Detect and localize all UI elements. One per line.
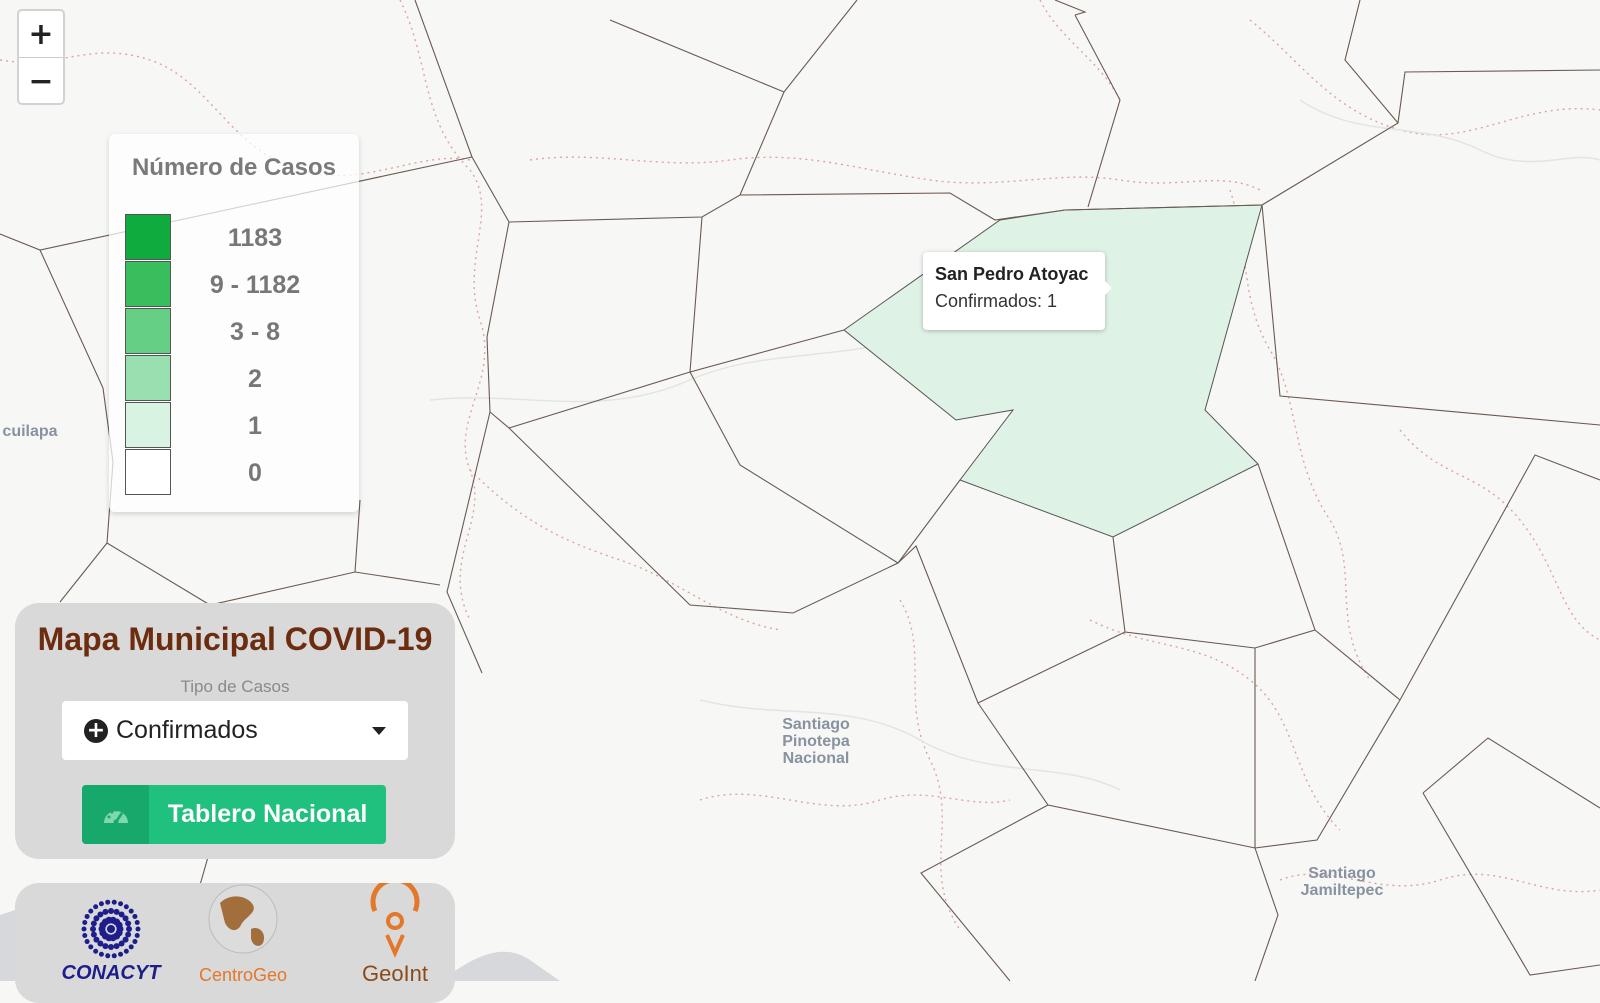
- conacyt-logo[interactable]: CONACYT: [62, 899, 163, 981]
- legend: Número de Casos 1183 9 - 1182 3 - 8 2 1 0: [109, 134, 359, 512]
- legend-item: 3 - 8: [125, 308, 345, 355]
- zoom-control: + −: [17, 9, 65, 105]
- legend-swatch: [125, 308, 171, 354]
- legend-swatch: [125, 449, 171, 495]
- legend-swatch: [125, 261, 171, 307]
- tablero-nacional-button[interactable]: Tablero Nacional: [82, 785, 386, 844]
- logo-text-conacyt: CONACYT: [62, 962, 163, 981]
- legend-item: 1: [125, 402, 345, 449]
- tooltip-municipality-name: San Pedro Atoyac: [935, 264, 1089, 284]
- legend-label: 1: [248, 412, 262, 440]
- caret-down-icon: [372, 727, 386, 735]
- sea-area-left: [0, 910, 15, 981]
- legend-swatch: [125, 355, 171, 401]
- legend-item: 0: [125, 449, 345, 496]
- dashboard-icon: [82, 785, 149, 844]
- zoom-out-button[interactable]: −: [19, 58, 63, 104]
- legend-item: 9 - 1182: [125, 261, 345, 308]
- control-panel: Mapa Municipal COVID-19 Tipo de Casos + …: [15, 603, 455, 859]
- case-type-select[interactable]: + Confirmados: [62, 701, 408, 760]
- panel-title: Mapa Municipal COVID-19: [37, 621, 433, 657]
- tooltip-value: Confirmados: 1: [935, 291, 1058, 311]
- legend-title: Número de Casos: [131, 154, 337, 181]
- legend-label: 9 - 1182: [209, 271, 301, 299]
- legend-item: 1183: [125, 214, 345, 261]
- logo-text-centrogeo: CentroGeo: [199, 965, 287, 981]
- logos-panel: CONACYT CentroGeo GeoInt: [15, 883, 455, 1003]
- tablero-nacional-label: Tablero Nacional: [167, 800, 368, 828]
- centrogeo-logo[interactable]: CentroGeo: [199, 884, 287, 981]
- legend-swatch: [125, 214, 171, 260]
- logo-text-geoint: GeoInt: [362, 961, 428, 981]
- map-tooltip: San Pedro Atoyac Confirmados: 1: [923, 252, 1112, 330]
- legend-label: 3 - 8: [229, 318, 281, 346]
- place-label: Santiago Jamiltepec: [1301, 865, 1384, 899]
- legend-label: 2: [248, 365, 262, 393]
- sea-area: [440, 951, 560, 981]
- legend-item: 2: [125, 355, 345, 402]
- legend-label: 0: [248, 459, 262, 487]
- plus-circle-icon: +: [84, 718, 108, 743]
- legend-swatch: [125, 402, 171, 448]
- case-type-label: Tipo de Casos: [180, 677, 290, 696]
- geoint-logo[interactable]: GeoInt: [362, 883, 428, 981]
- zoom-in-button[interactable]: +: [19, 11, 63, 58]
- legend-label: 1183: [227, 224, 283, 252]
- place-label: Santiago Pinotepa Nacional: [782, 716, 850, 767]
- place-label: cuilapa: [2, 423, 57, 440]
- case-type-value: Confirmados: [116, 716, 258, 744]
